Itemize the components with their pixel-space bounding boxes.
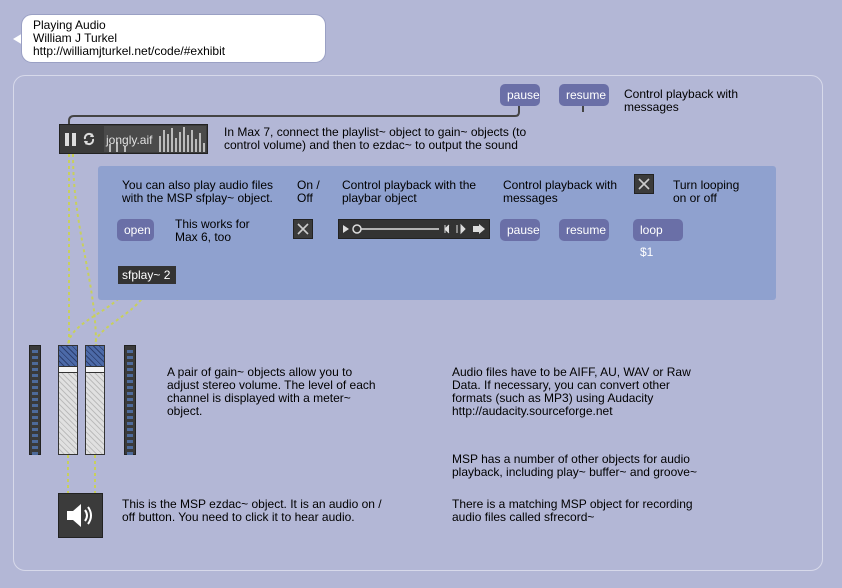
- resume-message-panel[interactable]: resume: [559, 219, 609, 241]
- meter-segment: [32, 428, 38, 431]
- meter-segment: [32, 356, 38, 359]
- meter-segment: [32, 434, 38, 437]
- meter-segment: [32, 446, 38, 449]
- meter-segment: [32, 410, 38, 413]
- meter-segment: [32, 440, 38, 443]
- meter-left: [29, 345, 41, 455]
- step-icon: [456, 223, 466, 235]
- playbar-scrubber: [352, 224, 362, 234]
- loop-note: Turn looping on or off: [673, 178, 740, 205]
- meter-segment: [127, 422, 133, 425]
- comment-bubble: Playing Audio William J Turkel http://wi…: [22, 15, 325, 62]
- meter-segment: [127, 404, 133, 407]
- meter-segment: [127, 392, 133, 395]
- speaker-icon: [67, 504, 92, 527]
- max6-note: This works for Max 6, too: [175, 217, 250, 244]
- ezdac-object[interactable]: [58, 493, 103, 538]
- other-objects-note: MSP has a number of other objects for au…: [452, 452, 697, 479]
- meter-segment: [127, 446, 133, 449]
- meter-segment: [127, 434, 133, 437]
- meter-segment: [32, 392, 38, 395]
- meter-segment: [32, 386, 38, 389]
- meter-segment: [32, 416, 38, 419]
- onoff-note: On / Off: [297, 178, 320, 205]
- x-icon: [297, 223, 309, 235]
- meter-segment: [127, 374, 133, 377]
- gain-right[interactable]: [85, 345, 105, 455]
- meter-segment: [32, 452, 38, 455]
- loop-toggle[interactable]: [634, 174, 654, 194]
- meter-segment: [127, 350, 133, 353]
- play-icon: [343, 225, 349, 233]
- meter-segment: [127, 452, 133, 455]
- onoff-toggle[interactable]: [293, 219, 313, 239]
- meter-segment: [127, 356, 133, 359]
- meter-segment: [32, 398, 38, 401]
- meter-segment: [32, 362, 38, 365]
- gain-left[interactable]: [58, 345, 78, 455]
- meter-segment: [32, 380, 38, 383]
- loop-icon[interactable]: [82, 132, 96, 149]
- meter-segment: [127, 362, 133, 365]
- meter-segment: [127, 398, 133, 401]
- meter-segment: [127, 440, 133, 443]
- ezdac-note: This is the MSP ezdac~ object. It is an …: [122, 497, 382, 524]
- gain-left-handle[interactable]: [59, 366, 77, 373]
- x-icon: [638, 178, 650, 190]
- resume-message[interactable]: resume: [559, 84, 609, 106]
- sfplay-object[interactable]: sfplay~ 2: [118, 266, 176, 284]
- sfplay-note: You can also play audio files with the M…: [122, 178, 273, 205]
- meter-segment: [32, 422, 38, 425]
- pause-message[interactable]: pause: [500, 84, 540, 106]
- meter-segment: [127, 428, 133, 431]
- open-message[interactable]: open: [117, 219, 154, 241]
- meter-segment: [32, 350, 38, 353]
- playlist-filename: jongly.aif: [106, 133, 153, 147]
- pause-message-panel[interactable]: pause: [500, 219, 540, 241]
- meter-segment: [127, 386, 133, 389]
- meter-right: [124, 345, 136, 455]
- meter-segment: [127, 416, 133, 419]
- formats-note: Audio files have to be AIFF, AU, WAV or …: [452, 365, 691, 418]
- meter-segment: [32, 374, 38, 377]
- meter-segment: [127, 368, 133, 371]
- rewind-icon: [444, 224, 450, 234]
- playbar-object[interactable]: [338, 219, 490, 239]
- playlist-object[interactable]: jongly.aif: [59, 124, 208, 154]
- comment-bubble-text: Playing Audio William J Turkel http://wi…: [33, 18, 226, 58]
- meter-segment: [32, 368, 38, 371]
- meter-segment: [127, 410, 133, 413]
- meter-segment: [32, 404, 38, 407]
- pause-icon[interactable]: [65, 133, 77, 149]
- sfrecord-note: There is a matching MSP object for recor…: [452, 497, 693, 524]
- playbar-note: Control playback with the playbar object: [342, 178, 477, 205]
- arrow-icon: [473, 224, 485, 234]
- meter-segment: [127, 380, 133, 383]
- messages-note-top: Control playback with messages: [624, 87, 739, 114]
- max7-note: In Max 7, connect the playlist~ object t…: [224, 125, 527, 152]
- gain-note: A pair of gain~ objects allow you to adj…: [167, 365, 376, 418]
- gain-right-handle[interactable]: [86, 366, 104, 373]
- loop-message[interactable]: loop $1: [633, 219, 683, 259]
- messages-note-panel: Control playback with messages: [503, 178, 618, 205]
